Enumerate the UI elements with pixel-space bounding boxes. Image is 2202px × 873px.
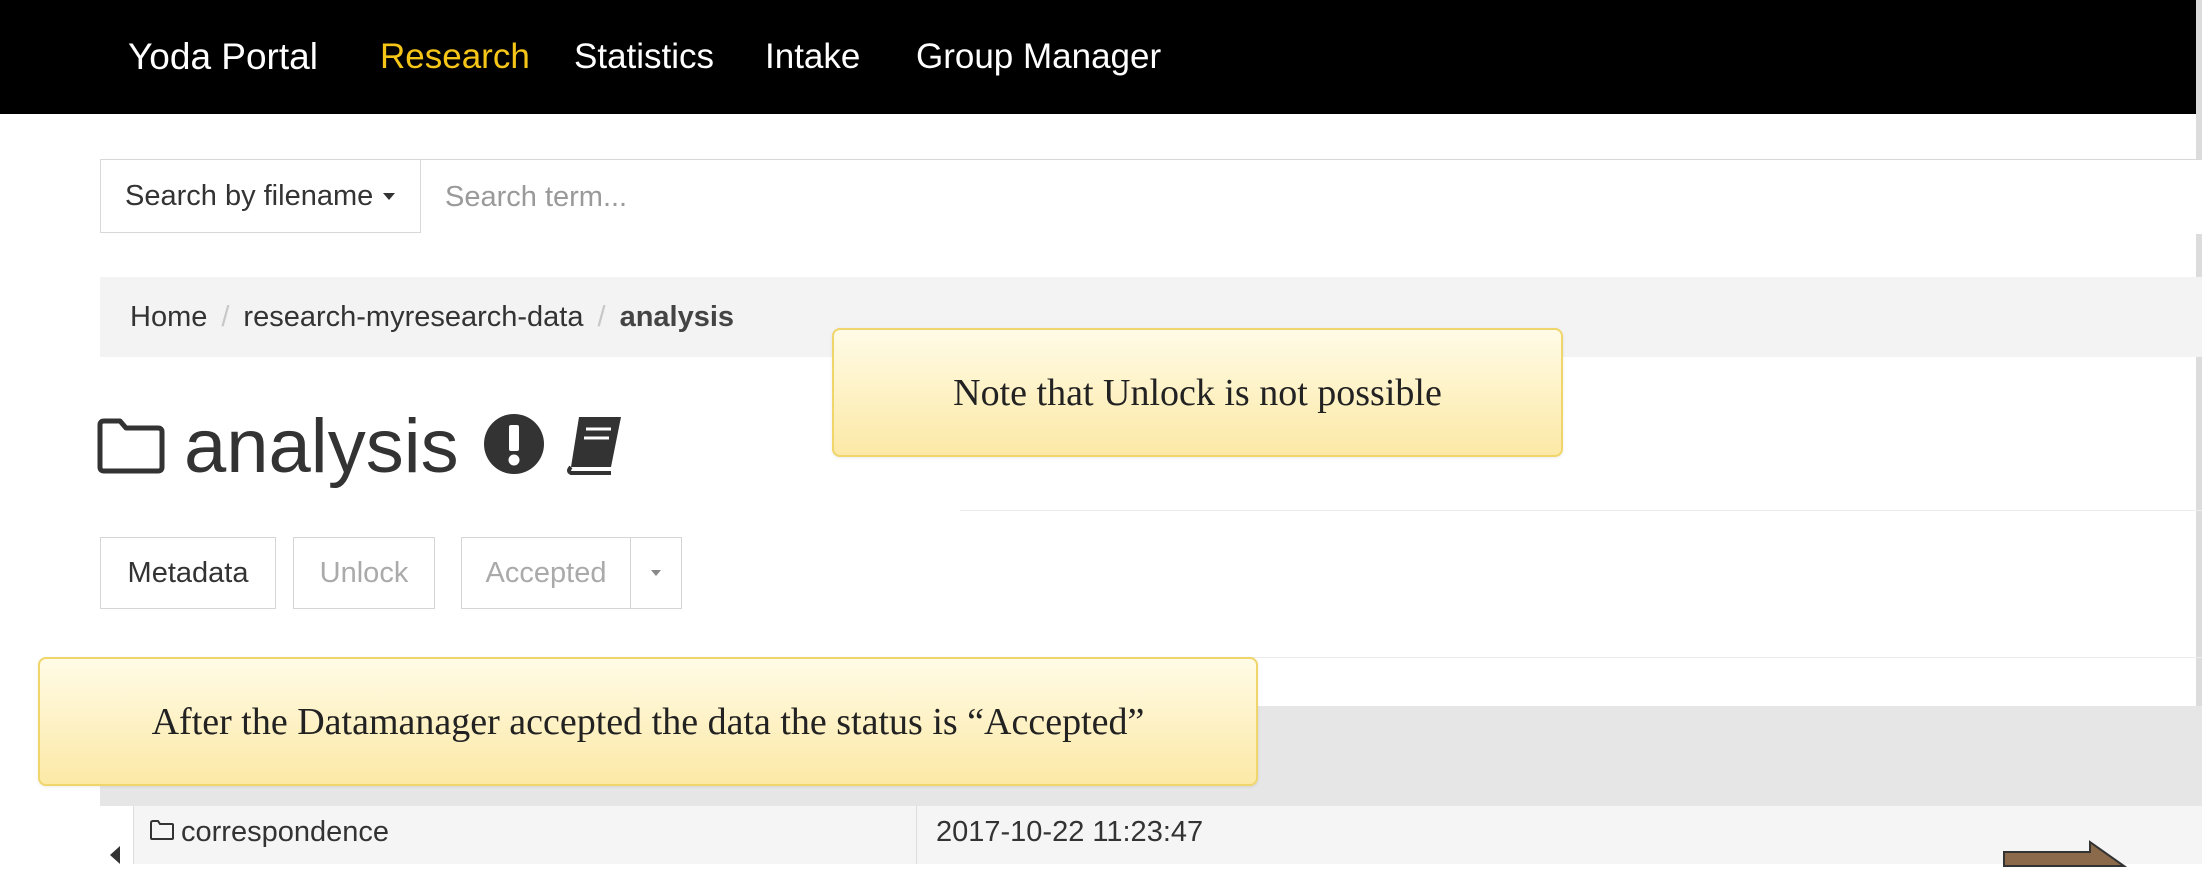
breadcrumb-current: analysis (619, 300, 735, 333)
divider (960, 510, 2202, 511)
chevron-down-icon (651, 570, 661, 576)
exclamation-circle-icon (483, 413, 545, 480)
page-header: analysis (96, 396, 627, 496)
folder-icon (149, 816, 175, 849)
status-button[interactable]: Accepted (461, 537, 631, 609)
search-type-dropdown[interactable]: Search by filename (101, 160, 421, 232)
top-navbar: Yoda Portal Research Statistics Intake G… (0, 0, 2202, 114)
pagination-prev-icon[interactable] (110, 846, 120, 864)
brand-link[interactable]: Yoda Portal (128, 36, 318, 78)
nav-intake[interactable]: Intake (765, 37, 860, 77)
file-name: correspondence (181, 816, 389, 848)
table-row[interactable]: correspondence 2017-10-22 11:23:47 (133, 806, 2202, 864)
search-type-label: Search by filename (125, 179, 374, 212)
folder-icon (96, 417, 166, 475)
nav-statistics[interactable]: Statistics (574, 37, 714, 77)
page-title: analysis (184, 403, 459, 489)
modified-date-cell: 2017-10-22 11:23:47 (936, 816, 1204, 848)
breadcrumb-separator: / (221, 300, 230, 333)
nav-research[interactable]: Research (380, 37, 530, 77)
book-icon[interactable] (561, 411, 627, 482)
breadcrumb-home[interactable]: Home (130, 301, 207, 334)
file-name-cell[interactable]: correspondence (149, 816, 389, 849)
status-dropdown-toggle[interactable] (630, 537, 682, 609)
tooltip-status-note: After the Datamanager accepted the data … (38, 657, 1258, 786)
arrow-right-icon[interactable] (2002, 838, 2132, 873)
breadcrumb-separator: / (597, 300, 606, 333)
nav-group-manager[interactable]: Group Manager (916, 37, 1161, 77)
search-input[interactable] (421, 160, 2202, 234)
tooltip-unlock-note: Note that Unlock is not possible (832, 328, 1563, 457)
unlock-button[interactable]: Unlock (293, 537, 435, 609)
metadata-button[interactable]: Metadata (100, 537, 276, 609)
search-bar: Search by filename (100, 159, 2202, 234)
column-divider (916, 806, 917, 864)
breadcrumb-research-group[interactable]: research-myresearch-data (243, 301, 583, 334)
chevron-down-icon (383, 192, 396, 200)
